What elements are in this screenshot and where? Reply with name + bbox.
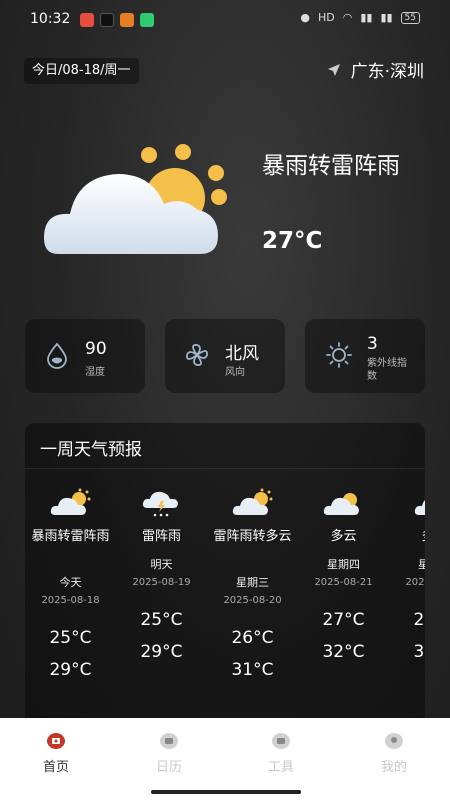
tab-label: 首页: [42, 760, 69, 775]
forecast-day-name: 今天: [59, 576, 82, 589]
weekly-forecast-card: 一周天气预报 暴雨转雷阵雨 今天 2025-08-18 25°C 29°C 雷阵…: [25, 423, 425, 723]
sun-cloud-icon: [414, 499, 425, 515]
humidity-label: 湿度: [85, 367, 105, 378]
date-label: 今日/08-18/周一: [24, 58, 139, 84]
uv-icon: [326, 342, 352, 368]
signal-icon: ▮▮: [360, 11, 373, 24]
forecast-temp-low: 31°C: [231, 660, 274, 680]
tab-profile[interactable]: 我的: [364, 732, 424, 775]
sun-cloud-icon: [232, 488, 272, 515]
current-temperature: 27°C: [262, 228, 323, 254]
app-notification-icon: [120, 13, 134, 27]
tools-icon: [272, 733, 290, 749]
forecast-temp-high: 27°C: [322, 610, 365, 630]
forecast-day-name: 星期四: [327, 558, 360, 571]
wifi-icon: ◠: [342, 11, 353, 24]
battery-indicator: 55: [400, 11, 420, 24]
wind-icon: [186, 344, 208, 366]
wind-value: 北风: [225, 344, 259, 364]
forecast-day-name: 星期五: [418, 558, 425, 571]
profile-icon: [385, 733, 403, 749]
forecast-temp-low: 32°C: [413, 642, 425, 662]
forecast-day[interactable]: 暴雨转雷阵雨 今天 2025-08-18 25°C 29°C: [25, 483, 116, 723]
status-app-icons: [80, 13, 154, 27]
status-indicators: ● HD ◠ ▮▮ ▮▮ 55: [300, 11, 420, 24]
forecast-condition: 暴雨转雷阵雨: [31, 529, 110, 544]
forecast-temp-high: 27°C: [413, 610, 425, 630]
tiktok-icon: [100, 13, 114, 27]
forecast-temp-high: 25°C: [49, 628, 92, 648]
current-condition: 暴雨转雷阵雨: [262, 153, 400, 179]
forecast-day[interactable]: 多云 星期五 2025-08-22 27°C 32°C: [389, 483, 425, 723]
thunder-cloud-icon: [142, 491, 178, 517]
forecast-date: 2025-08-19: [132, 577, 191, 588]
forecast-condition: 多云: [389, 528, 425, 546]
forecast-temp-low: 29°C: [140, 642, 183, 662]
humidity-card: 90 湿度: [25, 319, 145, 393]
sun-cloud-icon: [323, 493, 359, 515]
wechat-icon: [140, 13, 154, 27]
sun-cloud-icon: [44, 144, 227, 254]
forecast-day-name: 星期三: [236, 576, 269, 589]
forecast-date: 2025-08-18: [41, 595, 100, 606]
forecast-condition: 雷阵雨转多云: [213, 529, 292, 544]
tab-label: 工具: [267, 760, 294, 775]
app-notification-icon: [80, 13, 94, 27]
forecast-temp-low: 29°C: [49, 660, 92, 680]
forecast-title: 一周天气预报: [40, 440, 142, 460]
tab-home[interactable]: 首页: [26, 732, 86, 775]
forecast-day-list[interactable]: 暴雨转雷阵雨 今天 2025-08-18 25°C 29°C 雷阵雨 明天 20…: [25, 483, 425, 723]
wind-card: 北风 风向: [165, 319, 285, 393]
tab-tools[interactable]: 工具: [251, 732, 311, 775]
home-icon: [47, 733, 65, 749]
forecast-day[interactable]: 多云 星期四 2025-08-21 27°C 32°C: [298, 483, 389, 723]
tab-label: 日历: [155, 760, 182, 775]
divider: [25, 468, 425, 469]
tab-label: 我的: [380, 760, 407, 775]
uv-label: 紫外线指数: [367, 358, 407, 382]
forecast-condition: 雷阵雨: [141, 529, 181, 544]
uv-value: 3: [367, 334, 378, 354]
forecast-temp-high: 26°C: [231, 628, 274, 648]
sun-cloud-icon: [50, 488, 90, 515]
navigation-arrow-icon: [327, 63, 340, 76]
forecast-condition: 多云: [330, 529, 357, 544]
bottom-tab-bar: 首页 日历 工具 我的: [0, 718, 450, 800]
forecast-date: 2025-08-22: [405, 577, 425, 588]
uv-card: 3 紫外线指数: [305, 319, 425, 393]
forecast-date: 2025-08-20: [223, 595, 282, 606]
tab-calendar[interactable]: 日历: [139, 732, 199, 775]
location-selector[interactable]: 广东·深圳: [327, 57, 424, 82]
forecast-day[interactable]: 雷阵雨 明天 2025-08-19 25°C 29°C: [116, 483, 207, 723]
forecast-temp-high: 25°C: [140, 610, 183, 630]
humidity-value: 90: [85, 339, 107, 359]
humidity-icon: [47, 342, 67, 369]
location-status-icon: ●: [300, 11, 310, 24]
forecast-date: 2025-08-21: [314, 577, 373, 588]
wind-label: 风向: [225, 367, 245, 378]
forecast-day-name: 明天: [150, 558, 173, 571]
forecast-temp-low: 32°C: [322, 642, 365, 662]
status-time: 10:32: [30, 11, 71, 27]
status-bar: 10:32 ● HD ◠ ▮▮ ▮▮ 55: [0, 0, 450, 40]
calendar-icon: [160, 733, 178, 749]
location-name: 广东·深圳: [350, 62, 424, 82]
forecast-day[interactable]: 雷阵雨转多云 星期三 2025-08-20 26°C 31°C: [207, 483, 298, 723]
signal-icon: ▮▮: [380, 11, 393, 24]
home-indicator[interactable]: [151, 790, 301, 794]
network-label: HD: [317, 11, 335, 24]
